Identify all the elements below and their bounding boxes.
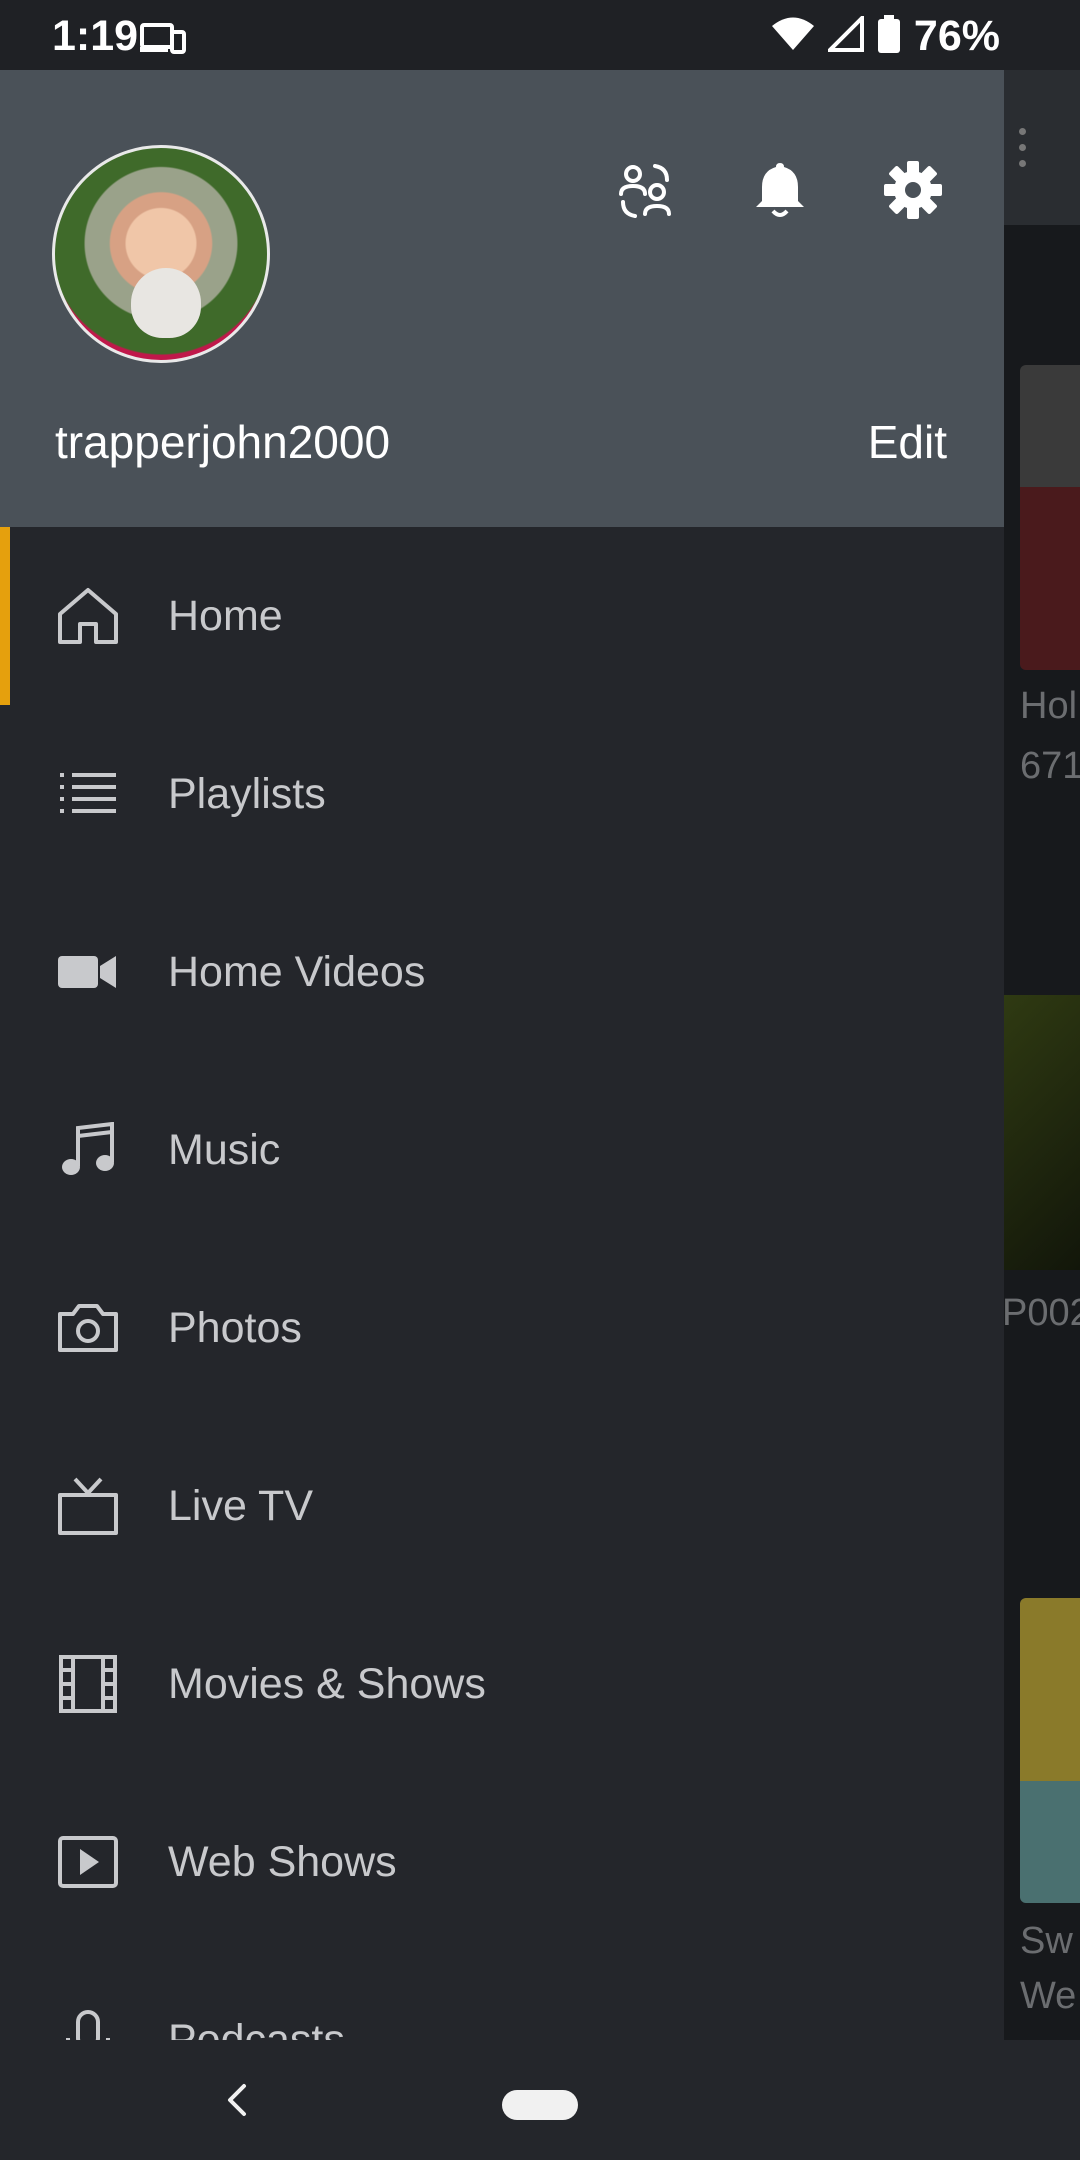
film-icon — [56, 1652, 120, 1716]
home-gesture-pill[interactable] — [502, 2090, 578, 2120]
nav-label: Movies & Shows — [168, 1659, 486, 1708]
background-title: P002 — [1004, 1292, 1080, 1334]
navigation-drawer: trapperjohn2000 Edit Home Playlists Home… — [0, 70, 1004, 2040]
nav-item-home-videos[interactable]: Home Videos — [0, 883, 1004, 1061]
system-navigation-bar — [0, 2040, 1080, 2160]
nav-label: Home — [168, 591, 283, 640]
nav-item-web-shows[interactable]: Web Shows — [0, 1773, 1004, 1951]
background-subtitle: 671 — [1020, 745, 1080, 787]
nav-item-live-tv[interactable]: Live TV — [0, 1417, 1004, 1595]
background-title: Sw — [1020, 1920, 1073, 1962]
cell-signal-icon — [825, 13, 864, 57]
battery-percent: 76% — [913, 12, 1000, 60]
nav-item-photos[interactable]: Photos — [0, 1239, 1004, 1417]
status-bar: 1:19 76% — [0, 0, 1080, 70]
background-thumbnail — [1020, 1598, 1080, 1903]
nav-list: Home Playlists Home Videos Music Photos … — [0, 527, 1004, 2040]
nav-item-movies-shows[interactable]: Movies & Shows — [0, 1595, 1004, 1773]
microphone-icon — [56, 2008, 120, 2040]
drawer-header: trapperjohn2000 Edit — [0, 70, 1004, 527]
background-thumbnail — [1004, 995, 1080, 1270]
background-app: Hol 671 P002 Sw We — [1004, 70, 1080, 2040]
list-icon — [56, 762, 120, 826]
back-icon[interactable] — [222, 2080, 252, 2125]
play-box-icon — [56, 1830, 120, 1894]
nav-label: Photos — [168, 1303, 302, 1352]
nav-label: Home Videos — [168, 947, 426, 996]
nav-label: Live TV — [168, 1481, 313, 1530]
nav-label: Web Shows — [168, 1837, 397, 1886]
nav-label: Podcasts — [168, 2015, 345, 2041]
background-header — [1004, 70, 1080, 225]
video-camera-icon — [56, 940, 120, 1004]
nav-item-music[interactable]: Music — [0, 1061, 1004, 1239]
nav-label: Music — [168, 1125, 281, 1174]
status-icons: 76% — [771, 12, 1000, 61]
nav-item-home[interactable]: Home — [0, 527, 1004, 705]
overflow-menu-icon — [1019, 128, 1026, 176]
background-thumbnail — [1020, 365, 1080, 670]
background-subtitle: We — [1020, 1975, 1077, 2017]
camera-icon — [56, 1296, 120, 1360]
nav-item-podcasts[interactable]: Podcasts — [0, 1951, 1004, 2040]
tv-icon — [56, 1474, 120, 1538]
wifi-icon — [771, 17, 814, 56]
avatar[interactable] — [52, 145, 270, 363]
devices-icon — [140, 22, 186, 59]
edit-profile-button[interactable]: Edit — [868, 415, 947, 469]
username: trapperjohn2000 — [55, 416, 391, 468]
switch-user-icon[interactable] — [605, 150, 685, 230]
settings-gear-icon[interactable] — [873, 150, 953, 230]
background-title: Hol — [1020, 685, 1078, 727]
avatar-photo — [131, 268, 201, 338]
nav-item-playlists[interactable]: Playlists — [0, 705, 1004, 883]
nav-label: Playlists — [168, 769, 326, 818]
status-time: 1:19 — [52, 12, 139, 60]
battery-icon — [877, 15, 900, 58]
home-icon — [56, 584, 120, 648]
notifications-bell-icon[interactable] — [740, 150, 820, 230]
music-note-icon — [56, 1118, 120, 1182]
